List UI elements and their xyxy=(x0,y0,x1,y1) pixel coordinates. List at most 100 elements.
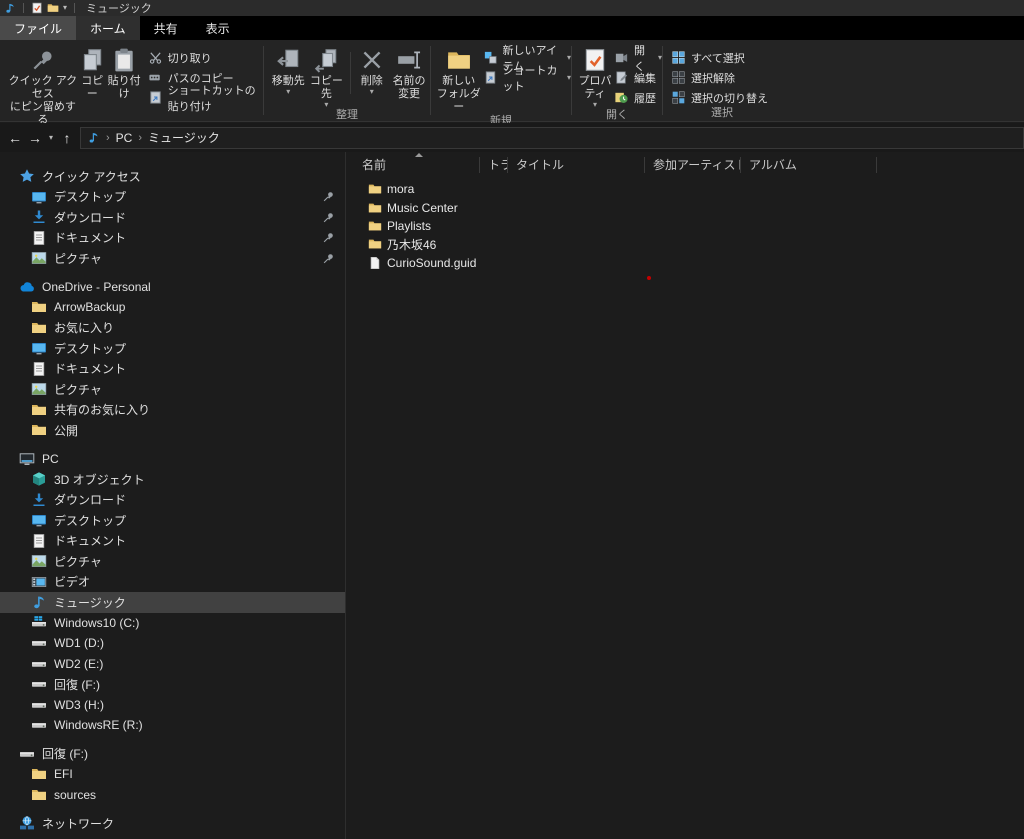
address-bar[interactable]: › PC › ミュージック xyxy=(80,126,1024,149)
sidebar-item[interactable]: ArrowBackup xyxy=(0,297,345,318)
sidebar-item[interactable]: ダウンロード xyxy=(0,490,345,511)
sidebar-item[interactable]: OneDrive - Personal xyxy=(0,277,345,298)
open-button[interactable]: 開く ▾ xyxy=(614,45,662,73)
sidebar-item[interactable]: PC xyxy=(0,449,345,470)
cut-button[interactable]: 切り取り xyxy=(148,49,263,66)
column-header[interactable]: トラ... xyxy=(480,152,508,178)
ribbon-group-clipboard: クイック アクセス にピン留めする コピー 貼り付け 切り取り パスのコピー シ… xyxy=(0,40,263,140)
back-icon[interactable]: ← xyxy=(6,130,24,146)
paste-icon xyxy=(111,47,137,73)
sidebar-item[interactable]: クイック アクセス xyxy=(0,166,345,187)
shortcut-button[interactable]: ショートカット ▾ xyxy=(483,65,571,93)
sidebar-item[interactable]: 共有のお気に入り xyxy=(0,400,345,421)
shortcut-icon xyxy=(483,70,498,85)
customize-toolbar-caret-icon[interactable]: ▾ xyxy=(63,4,67,12)
divider xyxy=(74,3,76,13)
title-bar: ▾ ミュージック xyxy=(0,0,1024,16)
file-row[interactable]: 乃木坂46 xyxy=(347,235,1024,253)
edit-button[interactable]: 編集 xyxy=(614,69,662,86)
recent-locations-caret-icon[interactable]: ▾ xyxy=(46,133,56,142)
column-header[interactable]: 参加アーティスト xyxy=(645,152,741,178)
sidebar-item[interactable]: お気に入り xyxy=(0,318,345,339)
button-label: 切り取り xyxy=(167,52,212,65)
properties-button[interactable]: プロパティ ▾ xyxy=(576,44,614,109)
file-row[interactable]: CurioSound.guid xyxy=(347,254,1024,272)
button-label: 編集 xyxy=(634,72,657,85)
sidebar-item[interactable]: ドキュメント xyxy=(0,359,345,380)
sidebar-item[interactable]: WD2 (E:) xyxy=(0,654,345,675)
download-icon xyxy=(31,492,47,508)
copy-button[interactable]: コピー xyxy=(78,44,107,101)
sidebar-item[interactable]: ピクチャ xyxy=(0,379,345,400)
tab-view[interactable]: 表示 xyxy=(192,16,244,40)
sidebar-item[interactable]: ドキュメント xyxy=(0,531,345,552)
invert-selection-button[interactable]: 選択の切り替え xyxy=(671,89,768,106)
sidebar-item[interactable]: 回復 (F:) xyxy=(0,674,345,695)
sidebar-item-label: WD3 (H:) xyxy=(54,697,104,712)
history-button[interactable]: 履歴 xyxy=(614,89,662,106)
drive-os-icon xyxy=(31,615,47,631)
sidebar-item[interactable]: 3D オブジェクト xyxy=(0,469,345,490)
sidebar-item[interactable]: 公開 xyxy=(0,420,345,441)
sidebar-item[interactable]: ピクチャ xyxy=(0,551,345,572)
button-label: 新しい フォルダー xyxy=(436,75,481,113)
sidebar-item[interactable]: WindowsRE (R:) xyxy=(0,715,345,736)
tab-file[interactable]: ファイル xyxy=(0,16,77,40)
desktop-icon xyxy=(31,512,47,528)
ribbon: クイック アクセス にピン留めする コピー 貼り付け 切り取り パスのコピー シ… xyxy=(0,40,1024,140)
delete-x-icon xyxy=(359,47,385,73)
button-label: コピー先 xyxy=(309,75,343,100)
sidebar-item[interactable] xyxy=(0,834,345,839)
forward-icon[interactable]: → xyxy=(26,130,44,146)
breadcrumb-music[interactable]: ミュージック xyxy=(148,129,220,146)
drive-icon xyxy=(31,717,47,733)
pin-icon xyxy=(322,190,335,203)
tab-home[interactable]: ホーム xyxy=(76,16,140,40)
sidebar-item[interactable]: ダウンロード xyxy=(0,207,345,228)
picture-icon xyxy=(31,381,47,397)
new-folder-button[interactable]: 新しい フォルダー xyxy=(435,44,483,114)
file-row[interactable]: Music Center xyxy=(347,198,1024,216)
scissors-icon xyxy=(148,50,163,65)
file-row[interactable]: Playlists xyxy=(347,217,1024,235)
column-header[interactable]: 名前 xyxy=(347,152,480,178)
sidebar-item[interactable]: ミュージック xyxy=(0,592,345,613)
rename-button[interactable]: 名前の 変更 xyxy=(388,44,430,101)
paste-button[interactable]: 貼り付け xyxy=(107,44,142,101)
tab-share[interactable]: 共有 xyxy=(140,16,192,40)
sidebar-item[interactable]: デスクトップ xyxy=(0,187,345,208)
sidebar-item[interactable]: sources xyxy=(0,785,345,806)
document-icon xyxy=(31,361,47,377)
sidebar-item[interactable]: ピクチャ xyxy=(0,248,345,269)
button-label: プロパティ xyxy=(578,75,612,100)
drive-icon xyxy=(31,697,47,713)
sidebar-item[interactable]: 回復 (F:) xyxy=(0,744,345,765)
properties-quick-icon[interactable] xyxy=(31,2,43,14)
sidebar-item-label: 公開 xyxy=(54,423,79,438)
sidebar-item[interactable]: Windows10 (C:) xyxy=(0,613,345,634)
paste-shortcut-button[interactable]: ショートカットの貼り付け xyxy=(148,85,263,113)
sidebar-item[interactable]: WD3 (H:) xyxy=(0,695,345,716)
sidebar-item[interactable]: ネットワーク xyxy=(0,813,345,834)
up-icon[interactable]: ↑ xyxy=(58,130,76,146)
delete-button[interactable]: 削除 ▾ xyxy=(355,44,388,96)
sidebar-item[interactable]: WD1 (D:) xyxy=(0,633,345,654)
sidebar-item[interactable]: ビデオ xyxy=(0,572,345,593)
move-to-button[interactable]: 移動先 ▾ xyxy=(270,44,306,96)
column-header[interactable]: タイトル xyxy=(508,152,645,178)
file-row[interactable]: mora xyxy=(347,180,1024,198)
select-all-button[interactable]: すべて選択 xyxy=(671,49,768,66)
document-icon xyxy=(31,533,47,549)
sidebar-item[interactable]: EFI xyxy=(0,764,345,785)
edit-icon xyxy=(614,70,629,85)
dropdown-caret-icon: ▾ xyxy=(324,100,329,109)
select-none-button[interactable]: 選択解除 xyxy=(671,69,768,86)
breadcrumb-pc[interactable]: PC xyxy=(116,131,133,145)
pin-to-quick-access-button[interactable]: クイック アクセス にピン留めする xyxy=(8,44,78,127)
copy-to-button[interactable]: コピー先 ▾ xyxy=(306,44,346,109)
sidebar-item[interactable]: デスクトップ xyxy=(0,338,345,359)
sidebar-item[interactable]: ドキュメント xyxy=(0,228,345,249)
sidebar-item[interactable]: デスクトップ xyxy=(0,510,345,531)
new-folder-quick-icon[interactable] xyxy=(47,2,59,14)
column-header[interactable]: アルバム xyxy=(741,152,877,178)
